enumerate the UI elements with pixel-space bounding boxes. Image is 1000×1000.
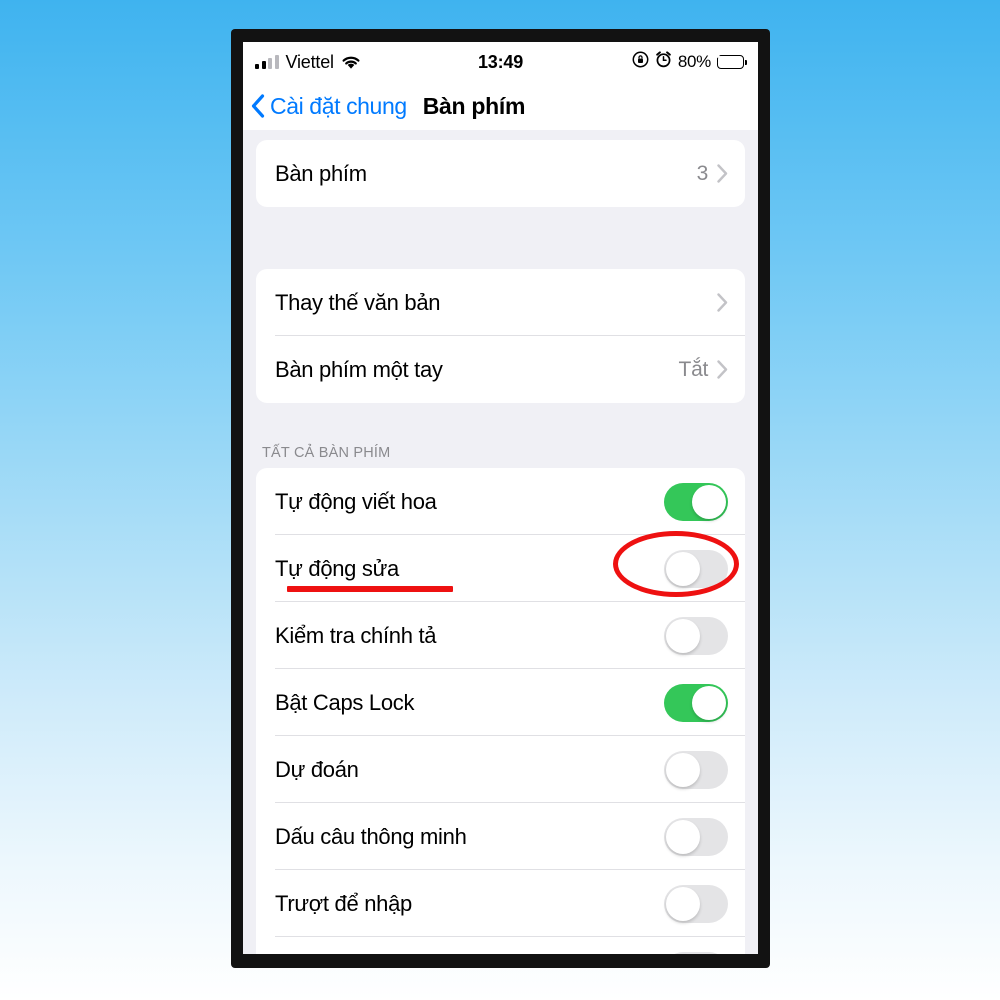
list-item-accessory (664, 750, 728, 789)
toggle-slide-to-type[interactable] (664, 884, 728, 923)
list-item-label: Kiểm tra chính tả (275, 622, 437, 648)
list-item-accessory (664, 817, 728, 856)
list-item-accessory (664, 683, 728, 722)
battery-charging-icon (715, 51, 747, 69)
signal-bars-icon (255, 55, 279, 69)
list-item-check-spelling[interactable]: Kiểm tra chính tả (256, 602, 745, 669)
navigation-bar: Cài đặt chung Bàn phím (243, 82, 758, 130)
chevron-right-icon (717, 360, 728, 379)
chevron-right-icon (717, 164, 728, 183)
list-item-label: Bật Caps Lock (275, 689, 415, 715)
section-keyboards: Bàn phím 3 (256, 140, 745, 207)
alarm-clock-icon (655, 51, 672, 73)
list-item-accessory (708, 293, 728, 312)
list-item-accessory (664, 616, 728, 655)
wifi-icon (341, 55, 361, 70)
list-item-one-handed-keyboard[interactable]: Bàn phím một tay Tắt (256, 336, 745, 403)
section-text-options: Thay thế văn bản Bàn phím một tay Tắt (256, 269, 745, 403)
list-item-value: Tắt (678, 357, 709, 381)
list-item-label: Bàn phím (275, 160, 367, 186)
list-item-auto-capitalization[interactable]: Tự động viết hoa (256, 468, 745, 535)
list-item-label: Tự động sửa (275, 555, 399, 581)
battery-percent-label: 80% (677, 52, 711, 71)
toggle-check-spelling[interactable] (664, 616, 728, 655)
list-item-smart-punctuation[interactable]: Dấu câu thông minh (256, 803, 745, 870)
list-item-slide-to-type[interactable]: Trượt để nhập (256, 870, 745, 937)
annotation-red-ellipse (613, 531, 739, 597)
toggle-smart-punctuation[interactable] (664, 817, 728, 856)
phone-screen: Viettel 13:49 80% Cài đặt chung Bàn phím… (243, 42, 758, 954)
list-item-text-replacement[interactable]: Thay thế văn bản (256, 269, 745, 336)
status-bar-left: Viettel (255, 52, 361, 73)
list-item-accessory (664, 951, 728, 954)
status-bar-right: 80% (632, 51, 747, 73)
list-item-label: Dấu câu thông minh (275, 823, 467, 849)
list-item-label: Trượt để nhập (275, 890, 412, 916)
list-item-predictive[interactable]: Dự đoán (256, 736, 745, 803)
list-item-value: 3 (696, 161, 709, 185)
chevron-left-icon (251, 94, 265, 118)
list-item-accessory (664, 482, 728, 521)
list-item-accessory: Tắt (679, 358, 728, 382)
section-header-all-keyboards: TẤT CẢ BÀN PHÍM (262, 445, 391, 461)
rotation-lock-icon (632, 51, 649, 73)
list-item-partial-cutoff[interactable] (256, 937, 745, 954)
annotation-red-underline (287, 586, 453, 592)
list-item-accessory (664, 884, 728, 923)
list-item-label: Bàn phím một tay (275, 356, 443, 382)
list-item-accessory: 3 (697, 162, 728, 186)
list-item-label: Thay thế văn bản (275, 289, 441, 315)
page-title: Bàn phím (422, 92, 526, 119)
back-button-label: Cài đặt chung (270, 92, 407, 119)
list-item-enable-caps-lock[interactable]: Bật Caps Lock (256, 669, 745, 736)
toggle-predictive[interactable] (664, 750, 728, 789)
list-item-label: Dự đoán (275, 756, 359, 782)
toggle-partial-cutoff[interactable] (664, 951, 728, 954)
chevron-right-icon (717, 293, 728, 312)
toggle-enable-caps-lock[interactable] (664, 683, 728, 722)
carrier-name: Viettel (285, 51, 335, 72)
phone-device-frame: Viettel 13:49 80% Cài đặt chung Bàn phím… (231, 29, 770, 968)
status-bar: Viettel 13:49 80% (243, 42, 758, 82)
toggle-auto-capitalization[interactable] (664, 482, 728, 521)
list-item-label: Tự động viết hoa (275, 488, 437, 514)
back-button[interactable]: Cài đặt chung (251, 93, 407, 120)
list-item-keyboards[interactable]: Bàn phím 3 (256, 140, 745, 207)
